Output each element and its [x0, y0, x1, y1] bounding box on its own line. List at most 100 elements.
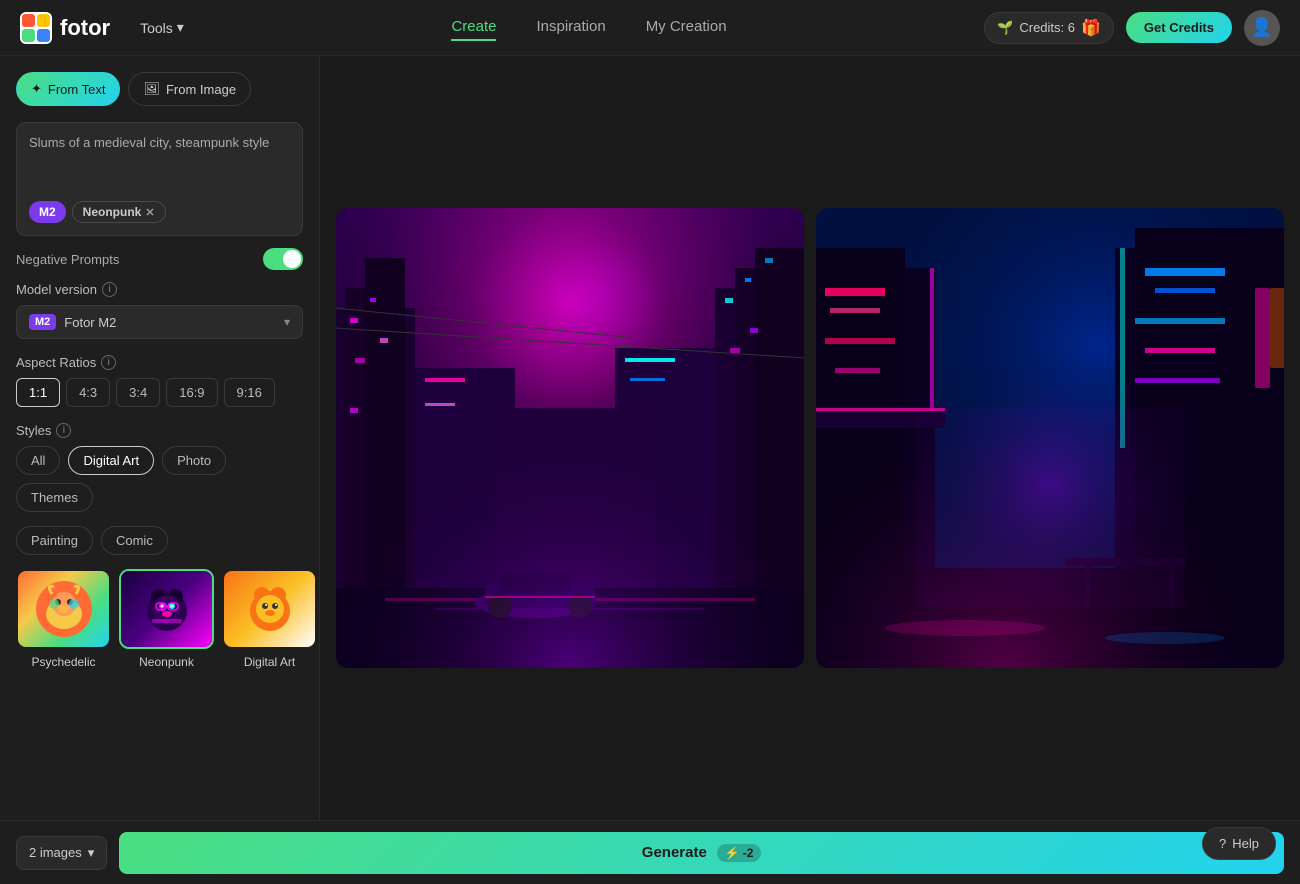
ratio-row: 1:1 4:3 3:4 16:9 9:16: [16, 378, 303, 407]
style-themes[interactable]: Themes: [16, 483, 93, 512]
avatar[interactable]: 👤: [1244, 10, 1280, 46]
chevron-down-icon: ▾: [88, 845, 95, 861]
m2-tag-label: M2: [39, 205, 56, 219]
generate-button[interactable]: Generate ⚡ -2: [119, 832, 1284, 874]
model-chevron-icon: ▾: [284, 315, 290, 329]
toggle-knob: [283, 250, 301, 268]
model-version-label: Model version i: [16, 282, 303, 297]
style-thumbnails: Psychedelic: [16, 569, 303, 669]
neonpunk-tag-close[interactable]: ✕: [145, 206, 154, 219]
neonpunk-label: Neonpunk: [139, 655, 194, 669]
fotor-logo-icon: [20, 12, 52, 44]
model-select-left: M2 Fotor M2: [29, 314, 116, 330]
style-thumb-neonpunk[interactable]: Neonpunk: [119, 569, 214, 669]
digitalart-dog-svg: [240, 579, 300, 639]
model-info-icon[interactable]: i: [102, 282, 117, 297]
credit-cost-badge: ⚡ -2: [717, 844, 762, 862]
tab-row: ✦ From Text 🖼 From Image: [16, 72, 303, 106]
m2-tag[interactable]: M2: [29, 201, 66, 223]
styles-text: Styles: [16, 423, 51, 438]
images-label: 2 images: [29, 845, 82, 860]
digitalart-thumb-img: [222, 569, 317, 649]
nav-inspiration[interactable]: Inspiration: [536, 14, 605, 41]
sidebar: ✦ From Text 🖼 From Image M2 Neonpunk ✕: [0, 56, 320, 820]
gift-icon: 🎁: [1081, 18, 1101, 38]
model-version-text: Model version: [16, 282, 97, 297]
main-nav: Create Inspiration My Creation: [194, 14, 984, 41]
model-select[interactable]: M2 Fotor M2 ▾: [16, 305, 303, 339]
scene-2-svg: [816, 208, 1284, 668]
logo[interactable]: fotor: [20, 12, 110, 44]
style-digital-art[interactable]: Digital Art: [68, 446, 154, 475]
from-text-label: From Text: [48, 82, 106, 97]
nav-create[interactable]: Create: [451, 14, 496, 41]
aspect-ratios-label: Aspect Ratios i: [16, 355, 303, 370]
neonpunk-tag[interactable]: Neonpunk ✕: [72, 201, 166, 223]
ratio-4-3[interactable]: 4:3: [66, 378, 110, 407]
style-comic[interactable]: Comic: [101, 526, 168, 555]
tools-label: Tools: [140, 20, 173, 36]
aspect-ratios-info-icon[interactable]: i: [101, 355, 116, 370]
psychedelic-label: Psychedelic: [31, 655, 95, 669]
neonpunk-thumb-img: [119, 569, 214, 649]
from-image-label: From Image: [166, 82, 236, 97]
lightning-icon: ⚡: [725, 846, 740, 860]
credits-button[interactable]: 🌱 Credits: 6 🎁: [984, 12, 1114, 44]
get-credits-button[interactable]: Get Credits: [1126, 12, 1232, 43]
style-thumb-psychedelic[interactable]: Psychedelic: [16, 569, 111, 669]
text-icon: ✦: [31, 81, 42, 97]
digitalart-preview: [224, 571, 315, 647]
digitalart-label: Digital Art: [244, 655, 295, 669]
psychedelic-thumb-img: [16, 569, 111, 649]
psychedelic-dog-svg: [34, 579, 94, 639]
images-select[interactable]: 2 images ▾: [16, 836, 107, 870]
neonpunk-bear-svg: [137, 579, 197, 639]
help-label: Help: [1232, 836, 1259, 851]
styles-label: Styles i: [16, 423, 303, 438]
generated-image-1[interactable]: [336, 208, 804, 668]
negative-prompts-row: Negative Prompts: [16, 248, 303, 270]
ratio-16-9[interactable]: 16:9: [166, 378, 217, 407]
aspect-ratios-text: Aspect Ratios: [16, 355, 96, 370]
ratio-1-1[interactable]: 1:1: [16, 378, 60, 407]
logo-text: fotor: [60, 15, 110, 41]
help-button[interactable]: ? Help: [1202, 827, 1276, 860]
chevron-down-icon: ▾: [177, 19, 184, 36]
ratio-9-16[interactable]: 9:16: [224, 378, 275, 407]
tools-button[interactable]: Tools ▾: [130, 15, 194, 40]
style-photo[interactable]: Photo: [162, 446, 226, 475]
from-image-tab[interactable]: 🖼 From Image: [128, 72, 251, 106]
style-painting[interactable]: Painting: [16, 526, 93, 555]
prompt-input[interactable]: [29, 135, 290, 190]
footer: 2 images ▾ Generate ⚡ -2: [0, 820, 1300, 884]
credits-label: Credits: 6: [1019, 20, 1075, 35]
style-all[interactable]: All: [16, 446, 60, 475]
styles-filter-row: All Digital Art Photo Themes: [16, 446, 303, 512]
main-layout: ✦ From Text 🖼 From Image M2 Neonpunk ✕: [0, 56, 1300, 820]
header: fotor Tools ▾ Create Inspiration My Crea…: [0, 0, 1300, 56]
negative-prompts-label: Negative Prompts: [16, 252, 119, 267]
ratio-3-4[interactable]: 3:4: [116, 378, 160, 407]
scene-1-bg: [336, 208, 804, 668]
negative-prompts-toggle[interactable]: [263, 248, 303, 270]
from-text-tab[interactable]: ✦ From Text: [16, 72, 120, 106]
neonpunk-tag-label: Neonpunk: [83, 205, 142, 219]
image-icon: 🖼: [143, 81, 160, 97]
psychedelic-preview: [18, 571, 109, 647]
credit-cost: -2: [743, 846, 754, 860]
user-icon: 👤: [1251, 17, 1273, 38]
content-area: [320, 56, 1300, 820]
model-name: Fotor M2: [64, 315, 116, 330]
question-icon: ?: [1219, 836, 1226, 851]
styles-filter-row-2: Painting Comic: [16, 526, 303, 555]
scene-1-svg: [336, 208, 804, 668]
style-thumb-digitalart[interactable]: Digital Art: [222, 569, 317, 669]
prompt-tags: M2 Neonpunk ✕: [29, 201, 290, 223]
nav-my-creation[interactable]: My Creation: [646, 14, 727, 41]
neonpunk-preview: [121, 571, 212, 647]
leaf-icon: 🌱: [997, 20, 1013, 36]
styles-info-icon[interactable]: i: [56, 423, 71, 438]
header-right: 🌱 Credits: 6 🎁 Get Credits 👤: [984, 10, 1280, 46]
prompt-area: M2 Neonpunk ✕: [16, 122, 303, 236]
generated-image-2[interactable]: [816, 208, 1284, 668]
